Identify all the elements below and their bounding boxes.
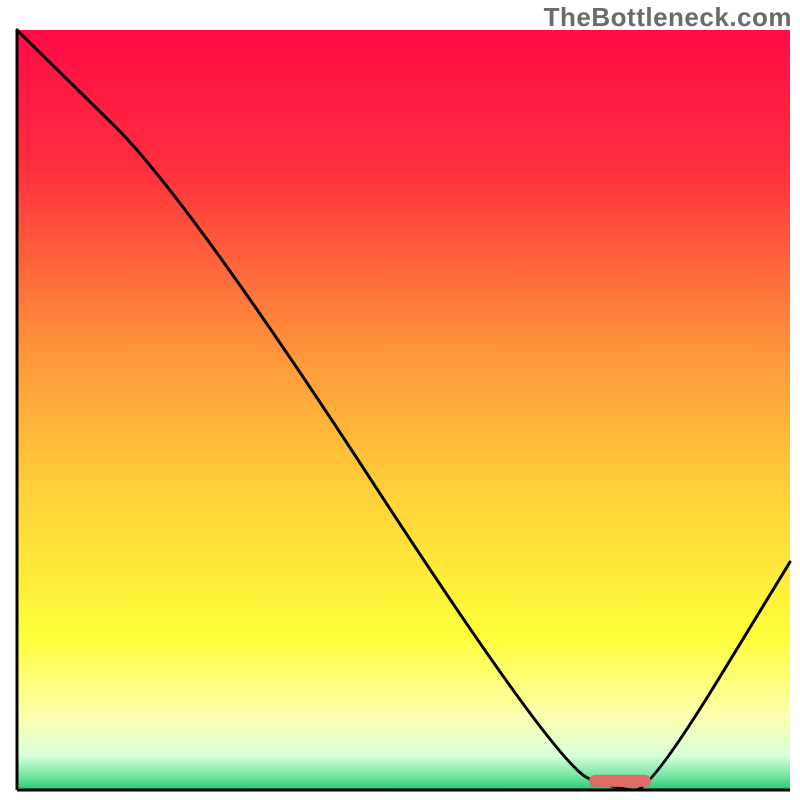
optimal-range-marker bbox=[589, 775, 651, 787]
chart-canvas bbox=[0, 0, 800, 800]
watermark-text: TheBottleneck.com bbox=[544, 2, 792, 33]
bottleneck-chart: TheBottleneck.com bbox=[0, 0, 800, 800]
